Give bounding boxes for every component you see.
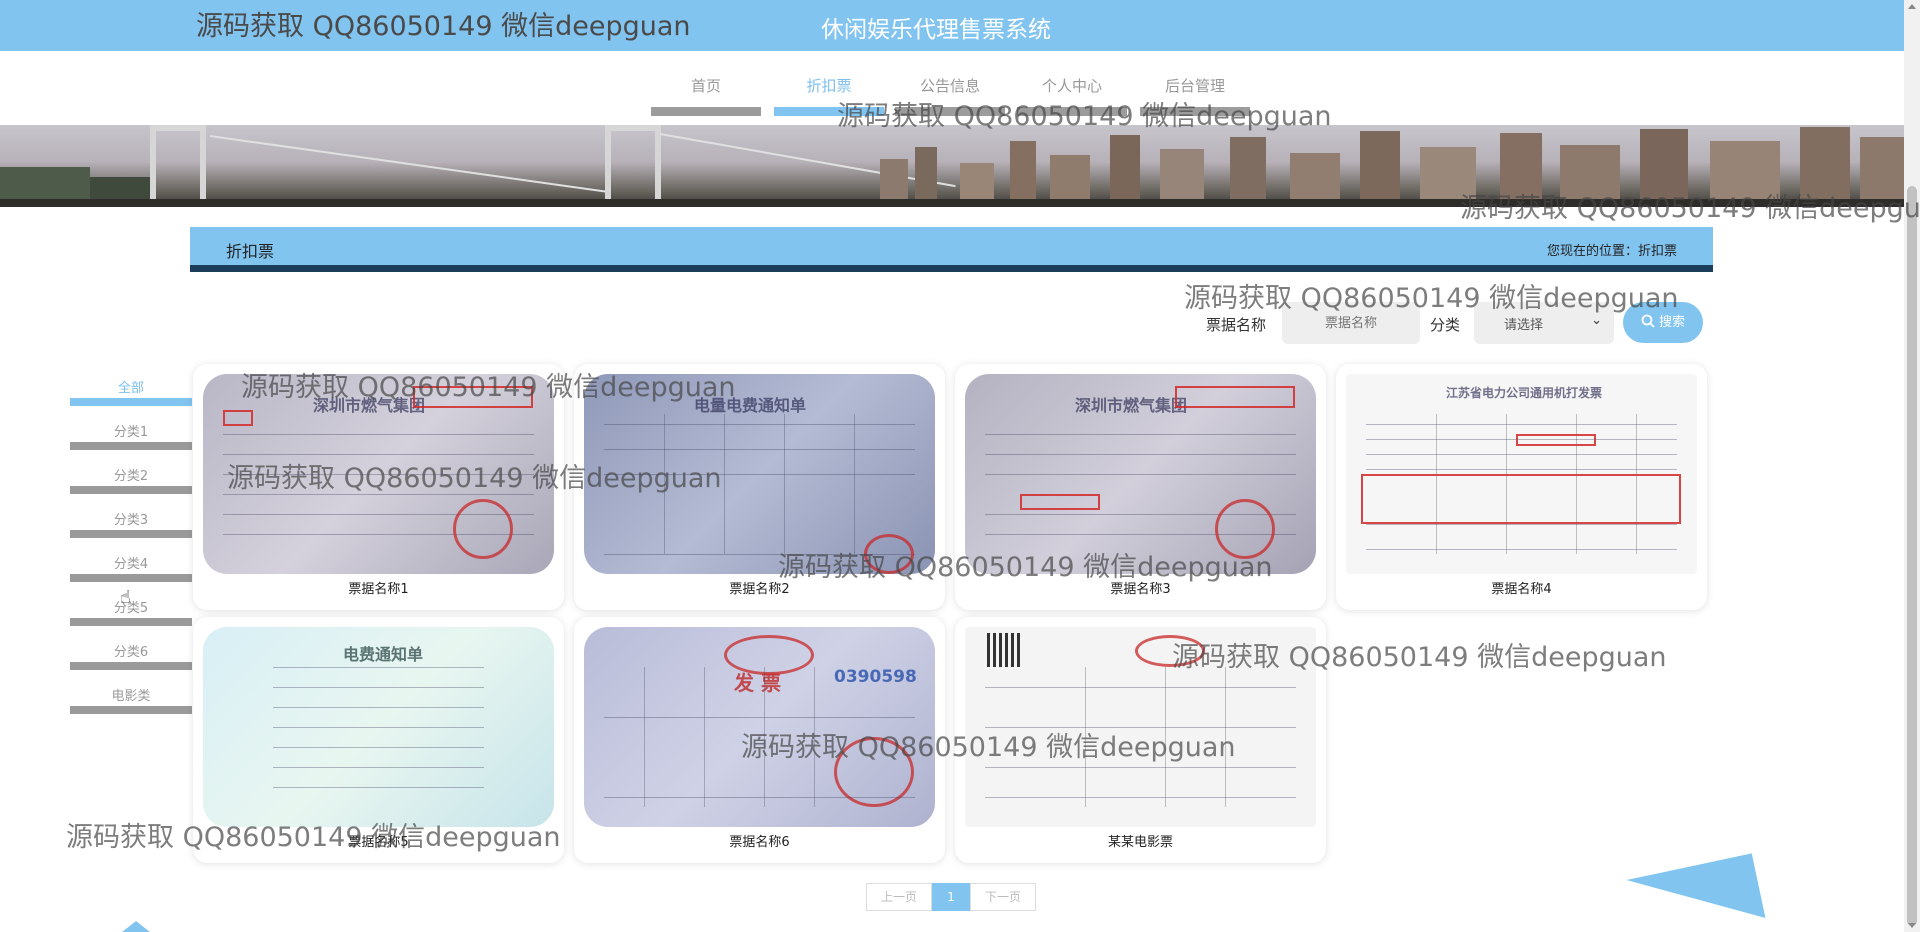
nav-item-home[interactable]: 首页: [651, 75, 761, 116]
nav-item-label: 个人中心: [1041, 77, 1102, 95]
ticket-name: 票据名称5: [348, 835, 409, 850]
page-scrollbar[interactable]: [1904, 0, 1920, 932]
category-4[interactable]: 分类4: [70, 553, 192, 582]
bridge-tower: [605, 125, 661, 207]
banner-image: [0, 125, 1904, 207]
category-bar: [70, 706, 192, 714]
category-bar: [70, 662, 192, 670]
category-select-value: 请选择: [1504, 318, 1544, 333]
category-bar: [70, 442, 192, 450]
main-nav: 首页 折扣票 公告信息 个人中心 后台管理: [0, 51, 1904, 125]
category-label: 全部: [117, 381, 144, 396]
ticket-card[interactable]: 某某电影票: [955, 617, 1326, 863]
nav-item-profile[interactable]: 个人中心: [1017, 75, 1127, 116]
section-header: 折扣票 您现在的位置：折扣票: [190, 227, 1713, 272]
category-6[interactable]: 分类6: [70, 641, 192, 670]
bridge-tower: [150, 125, 206, 207]
ticket-image: 发 票 0390598: [584, 627, 935, 827]
ticket-card[interactable]: 深圳市燃气集团 票据名称1: [193, 364, 564, 610]
category-all[interactable]: 全部: [70, 377, 192, 406]
ticket-card[interactable]: 江苏省电力公司通用机打发票 票据名称4: [1336, 364, 1707, 610]
scroll-down-icon[interactable]: [1908, 923, 1916, 928]
category-3[interactable]: 分类3: [70, 509, 192, 538]
ticket-image: 深圳市燃气集团: [203, 374, 554, 574]
scroll-up-icon[interactable]: [1908, 4, 1916, 9]
category-5[interactable]: 分类5: [70, 597, 192, 626]
category-select[interactable]: 请选择 ⌄: [1474, 302, 1614, 344]
category-bar: [70, 574, 192, 582]
category-label: 分类5: [113, 601, 149, 616]
ticket-image: 深圳市燃气集团: [965, 374, 1316, 574]
category-1[interactable]: 分类1: [70, 421, 192, 450]
corner-decoration: [122, 921, 150, 932]
ticket-card[interactable]: 发 票 0390598 票据名称6: [574, 617, 945, 863]
nav-item-label: 折扣票: [806, 77, 852, 95]
ticket-image: 电费通知单: [203, 627, 554, 827]
category-label: 分类6: [113, 645, 149, 660]
nav-item-admin[interactable]: 后台管理: [1140, 75, 1250, 116]
chevron-down-icon: ⌄: [1591, 313, 1602, 328]
breadcrumb: 您现在的位置：折扣票: [1546, 244, 1677, 259]
category-label: 分类2: [113, 469, 149, 484]
ticket-name-label: 票据名称: [1206, 316, 1267, 334]
ticket-image: 江苏省电力公司通用机打发票: [1346, 374, 1697, 574]
search-button-label: 搜索: [1658, 315, 1685, 330]
search-button[interactable]: 搜索: [1623, 302, 1703, 343]
prev-page-button[interactable]: 上一页: [866, 883, 932, 911]
hand-cursor-icon: ☝: [120, 587, 131, 608]
nav-item-label: 后台管理: [1164, 77, 1225, 95]
nav-underline: [1017, 107, 1127, 116]
category-bar: [70, 398, 192, 406]
ticket-name: 票据名称4: [1491, 582, 1552, 597]
category-movie[interactable]: 电影类: [70, 685, 192, 714]
ticket-image: [965, 627, 1316, 827]
category-bar: [70, 530, 192, 538]
ticket-name-input[interactable]: [1282, 302, 1420, 344]
category-label: 分类1: [113, 425, 149, 440]
qr-code-icon: [987, 633, 1021, 667]
ticket-name: 某某电影票: [1107, 835, 1173, 850]
section-title: 折扣票: [226, 242, 275, 261]
category-label: 分类: [1430, 316, 1461, 334]
site-title: 休闲娱乐代理售票系统: [821, 17, 1051, 43]
ticket-card[interactable]: 深圳市燃气集团 票据名称3: [955, 364, 1326, 610]
corner-decoration: [1626, 853, 1766, 932]
ticket-name: 票据名称6: [729, 835, 790, 850]
category-bar: [70, 618, 192, 626]
ticket-image: 电量电费通知单: [584, 374, 935, 574]
nav-item-discount[interactable]: 折扣票: [774, 75, 884, 116]
category-label: 分类4: [113, 557, 149, 572]
ticket-name: 票据名称1: [348, 582, 409, 597]
category-label: 分类3: [113, 513, 149, 528]
ticket-name: 票据名称2: [729, 582, 790, 597]
ticket-card[interactable]: 电费通知单 票据名称5: [193, 617, 564, 863]
page-1-button[interactable]: 1: [932, 883, 970, 911]
nav-underline: [651, 107, 761, 116]
ticket-name: 票据名称3: [1110, 582, 1171, 597]
next-page-button[interactable]: 下一页: [970, 883, 1036, 911]
category-bar: [70, 486, 192, 494]
nav-underline: [895, 107, 1005, 116]
nav-item-label: 公告信息: [919, 77, 980, 95]
category-2[interactable]: 分类2: [70, 465, 192, 494]
search-icon: [1641, 314, 1655, 328]
nav-item-notices[interactable]: 公告信息: [895, 75, 1005, 116]
category-label: 电影类: [111, 689, 151, 704]
nav-item-label: 首页: [690, 77, 721, 95]
scrollbar-thumb[interactable]: [1907, 186, 1917, 926]
top-bar: 休闲娱乐代理售票系统: [0, 0, 1904, 51]
nav-underline: [774, 107, 884, 116]
nav-underline: [1140, 107, 1250, 116]
ticket-card[interactable]: 电量电费通知单 票据名称2: [574, 364, 945, 610]
